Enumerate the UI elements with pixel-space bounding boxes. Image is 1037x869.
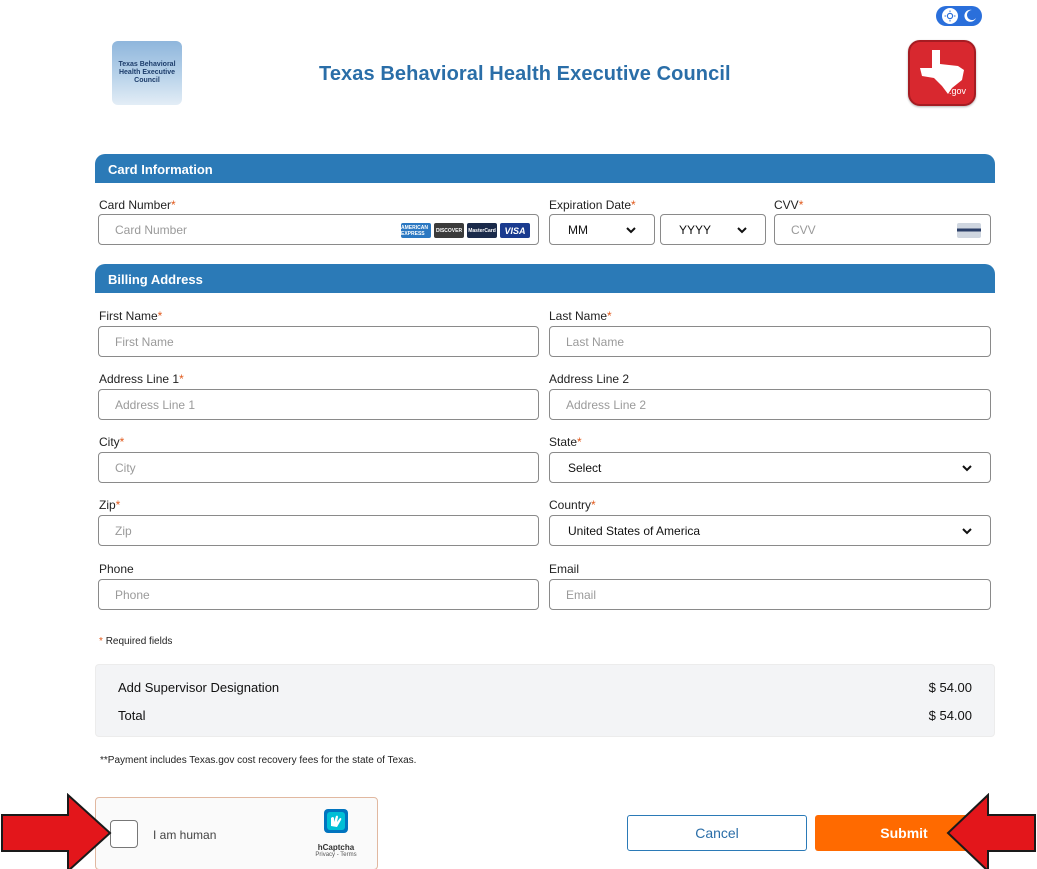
card-number-input[interactable]: Card Number AMERICAN EXPRESS DISCOVER Ma… [98,214,539,245]
country-value: United States of America [568,523,701,538]
state-label: State* [549,435,582,449]
card-information-header: Card Information [95,154,995,183]
summary-item-label: Add Supervisor Designation [118,680,280,695]
texas-gov-logo: .gov [908,40,976,106]
required-fields-note: * Required fields [99,636,173,647]
captcha-label: I am human [153,828,217,842]
state-select[interactable]: Select [549,452,991,483]
email-label: Email [549,562,580,576]
hcaptcha-name: hCaptcha [317,843,355,852]
cvv-card-icon [957,223,981,238]
mastercard-icon: MasterCard [467,223,497,238]
summary-item-amount: $ 54.00 [928,680,972,695]
chevron-down-icon [962,527,972,534]
hcaptcha-widget: I am human hCaptcha Privacy - Terms [95,797,378,869]
page-title: Texas Behavioral Health Executive Counci… [319,63,731,85]
address-line-1-label: Address Line 1* [99,372,184,386]
first-name-label: First Name* [99,309,163,323]
chevron-down-icon [962,464,972,471]
state-value: Select [568,460,602,475]
cvv-label: CVV* [774,198,804,212]
cancel-button[interactable]: Cancel [627,815,807,851]
city-input[interactable]: City [98,452,539,483]
expiration-year-select[interactable]: YYYY [660,214,766,245]
billing-address-header: Billing Address [95,264,995,293]
city-label: City* [99,435,125,449]
summary-row: Add Supervisor Designation $ 54.00 [118,680,972,695]
card-brand-logos: AMERICAN EXPRESS DISCOVER MasterCard VIS… [401,223,530,238]
moon-icon[interactable] [963,9,977,23]
address-line-2-label: Address Line 2 [549,372,630,386]
expiration-month-value: MM [568,222,588,237]
phone-input[interactable]: Phone [98,579,539,610]
council-logo: Texas Behavioral Health Executive Counci… [112,41,182,105]
zip-input[interactable]: Zip [98,515,539,546]
amex-icon: AMERICAN EXPRESS [401,223,431,238]
arrow-right-icon [1,793,112,869]
country-select[interactable]: United States of America [549,515,991,546]
email-input[interactable]: Email [549,579,991,610]
first-name-input[interactable]: First Name [98,326,539,357]
last-name-input[interactable]: Last Name [549,326,991,357]
summary-total-row: Total $ 54.00 [118,708,972,723]
last-name-label: Last Name* [549,309,612,323]
expiration-date-label: Expiration Date* [549,198,636,212]
total-label: Total [118,708,146,723]
card-number-label: Card Number* [99,198,176,212]
discover-icon: DISCOVER [434,223,464,238]
sun-icon[interactable] [941,8,958,24]
gov-text: .gov [948,86,966,96]
cvv-input[interactable]: CVV [774,214,991,245]
arrow-left-icon [946,793,1036,869]
hcaptcha-logo-icon [324,809,348,833]
visa-icon: VISA [500,223,530,238]
phone-label: Phone [99,562,134,576]
council-logo-text: Texas Behavioral Health Executive Counci… [118,61,176,84]
payment-summary: Add Supervisor Designation $ 54.00 Total… [95,664,995,737]
address-line-1-input[interactable]: Address Line 1 [98,389,539,420]
country-label: Country* [549,498,596,512]
expiration-year-value: YYYY [679,222,712,237]
captcha-checkbox[interactable] [110,820,138,848]
chevron-down-icon [626,226,636,233]
privacy-terms-link[interactable]: Privacy - Terms [309,852,363,858]
address-line-2-input[interactable]: Address Line 2 [549,389,991,420]
chevron-down-icon [737,226,747,233]
expiration-month-select[interactable]: MM [549,214,655,245]
theme-toggle[interactable] [936,6,982,26]
zip-label: Zip* [99,498,121,512]
hcaptcha-brand: hCaptcha Privacy - Terms [309,808,363,858]
total-amount: $ 54.00 [928,708,972,723]
fee-note: **Payment includes Texas.gov cost recove… [100,755,417,766]
